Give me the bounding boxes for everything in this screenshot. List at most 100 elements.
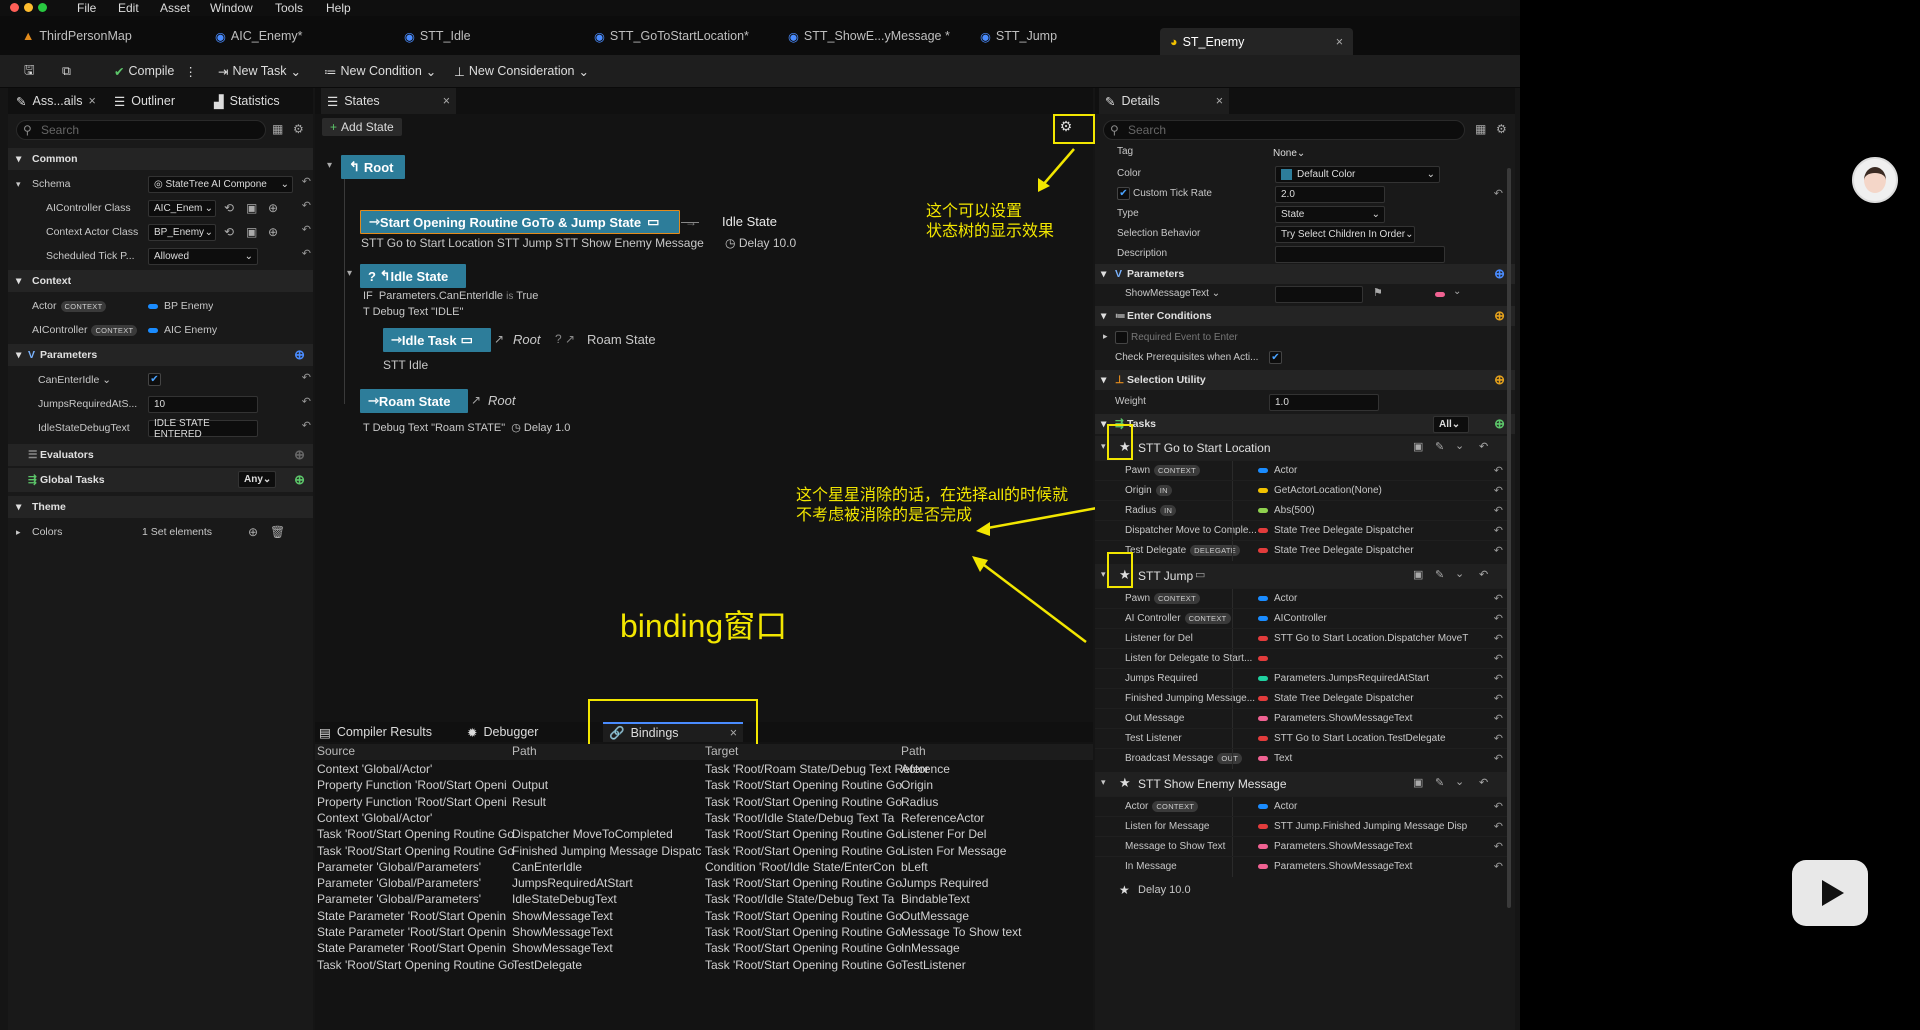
browse-folder-icon[interactable]: ▣ — [246, 225, 257, 239]
compile-button[interactable]: ✔ Compile ⋮ — [114, 61, 197, 81]
tab-stt-jump[interactable]: ◉ STT_Jump — [980, 24, 1057, 48]
reset-icon[interactable]: ↶ — [1494, 612, 1503, 625]
reset-icon[interactable]: ↶ — [1494, 464, 1503, 477]
section-parameters[interactable]: ▾ V Parameters ⊕ — [1095, 264, 1515, 284]
chevron-down-icon[interactable]: ⌄ — [1455, 775, 1464, 788]
reset-icon[interactable]: ↶ — [1494, 840, 1503, 853]
add-consideration-icon[interactable]: ⊕ — [1494, 372, 1505, 388]
reset-icon[interactable]: ↶ — [1494, 632, 1503, 645]
context-actor-class-combo[interactable]: BP_Enemy ⌄ — [148, 224, 216, 241]
reset-icon[interactable]: ↶ — [1494, 712, 1503, 725]
chevron-right-icon[interactable]: ▸ — [1103, 331, 1108, 342]
reset-icon[interactable]: ↶ — [1494, 732, 1503, 745]
state-node-start-opening[interactable]: ⇾ Start Opening Routine GoTo & Jump State… — [360, 210, 680, 234]
add-icon[interactable]: ⊕ — [268, 225, 278, 239]
menu-tools[interactable]: Tools — [275, 1, 303, 15]
star-icon[interactable]: ★ — [1119, 883, 1130, 897]
custom-tick-checkbox[interactable]: ✔ — [1117, 187, 1130, 200]
reset-icon[interactable]: ↶ — [1494, 524, 1503, 537]
column-header[interactable]: Path — [901, 744, 926, 758]
table-row[interactable]: State Parameter 'Root/Start Openin ShowMe… — [315, 925, 1093, 941]
add-parameter-icon[interactable]: ⊕ — [294, 347, 305, 363]
aicontroller-class-combo[interactable]: AIC_Enem ⌄ — [148, 200, 216, 217]
browse-folder-icon[interactable]: ▣ — [1413, 568, 1423, 581]
table-row[interactable]: Context 'Global/Actor' Task 'Root/Idle St… — [315, 811, 1093, 827]
left-search-input[interactable]: ⚲ Search — [16, 120, 266, 140]
reset-icon[interactable]: ↶ — [1494, 187, 1503, 200]
maximize-window-icon[interactable] — [38, 3, 47, 12]
reset-icon[interactable]: ↶ — [1494, 672, 1503, 685]
reset-icon[interactable]: ↶ — [1479, 776, 1488, 789]
weight-input[interactable]: 1.0 — [1269, 394, 1379, 411]
jumps-required-input[interactable]: 10 — [148, 396, 258, 413]
browse-folder-icon[interactable]: ▣ — [1413, 440, 1423, 453]
binding-value[interactable]: Actor — [1258, 801, 1297, 812]
type-combo[interactable]: State ⌄ — [1275, 206, 1385, 223]
tab-stt-gotostartlocation[interactable]: ◉ STT_GoToStartLocation* — [594, 24, 749, 48]
browse-folder-icon[interactable]: ▣ — [1413, 776, 1423, 789]
chevron-down-icon[interactable]: ▾ — [347, 268, 352, 279]
reset-icon[interactable]: ↶ — [1494, 820, 1503, 833]
save-button[interactable]: 🖫 — [24, 61, 35, 81]
chevron-down-icon[interactable]: ▾ — [1101, 777, 1106, 788]
tasks-completion-combo[interactable]: All ⌄ — [1433, 416, 1469, 433]
color-combo[interactable]: Default Color ⌄ — [1275, 166, 1440, 183]
reset-icon[interactable]: ↶ — [302, 175, 311, 188]
binding-value[interactable]: Text — [1258, 753, 1292, 764]
table-row[interactable]: Task 'Root/Start Opening Routine Go Finis… — [315, 844, 1093, 860]
edit-icon[interactable]: ✎ — [1435, 568, 1444, 581]
star-icon[interactable]: ★ — [1119, 775, 1131, 791]
chevron-right-icon[interactable]: ▸ — [16, 527, 21, 538]
table-row[interactable]: State Parameter 'Root/Start Openin ShowMe… — [315, 941, 1093, 957]
close-tab-icon[interactable]: × — [443, 94, 450, 108]
canenteridle-checkbox[interactable]: ✔ — [148, 373, 161, 386]
binding-value[interactable]: Abs(500) — [1258, 505, 1315, 516]
table-row[interactable]: Parameter 'Global/Parameters' IdleStateDe… — [315, 892, 1093, 908]
task-header-2[interactable]: ▾ ★ STT Jump ▭ ▣ ✎ ⌄ ↶ — [1095, 552, 1511, 588]
menu-file[interactable]: File — [77, 1, 96, 15]
scheduled-tick-combo[interactable]: Allowed ⌄ — [148, 248, 258, 265]
section-context[interactable]: ▾ Context — [8, 270, 313, 292]
gear-icon[interactable]: ⚙ — [293, 122, 304, 136]
binding-value[interactable]: Parameters.JumpsRequiredAtStart — [1258, 673, 1429, 684]
reset-icon[interactable]: ↶ — [302, 247, 311, 260]
reset-icon[interactable]: ↶ — [1494, 484, 1503, 497]
idle-debug-text-input[interactable]: IDLE STATE ENTERED — [148, 418, 258, 440]
chevron-down-icon[interactable]: ▾ — [1101, 569, 1106, 580]
transition-target[interactable]: Root — [513, 332, 540, 347]
menu-window[interactable]: Window — [210, 1, 253, 15]
close-tab-icon[interactable]: × — [1336, 35, 1343, 49]
chevron-down-icon[interactable]: ⌄ — [1453, 286, 1461, 297]
reset-icon[interactable]: ↶ — [302, 371, 311, 384]
showmessage-input[interactable] — [1275, 286, 1363, 303]
tab-details[interactable]: ✎ Details × — [1099, 88, 1229, 114]
edit-icon[interactable]: ✎ — [1435, 440, 1444, 453]
transition-target[interactable]: Root — [488, 393, 515, 408]
section-evaluators[interactable]: ☰ Evaluators ⊕ — [8, 444, 313, 466]
state-node-root[interactable]: ↰ Root — [341, 155, 405, 179]
menu-help[interactable]: Help — [326, 1, 351, 15]
selection-behavior-combo[interactable]: Try Select Children In Order ⌄ — [1275, 226, 1415, 243]
avatar[interactable] — [1852, 157, 1898, 203]
grid-view-icon[interactable]: ▦ — [272, 122, 283, 136]
tab-st-enemy[interactable]: ◕ ST_Enemy × — [1160, 28, 1353, 55]
binding-value[interactable]: State Tree Delegate Dispatcher — [1258, 693, 1414, 704]
binding-value[interactable]: STT Jump.Finished Jumping Message Disp — [1258, 821, 1467, 832]
table-row[interactable]: Task 'Root/Start Opening Routine Go TestD… — [315, 958, 1093, 974]
reset-icon[interactable]: ↶ — [1494, 800, 1503, 813]
binding-value[interactable]: STT Go to Start Location.TestDelegate — [1258, 733, 1446, 744]
reset-icon[interactable]: ↶ — [302, 395, 311, 408]
section-theme[interactable]: ▾ Theme — [8, 496, 313, 518]
custom-tick-input[interactable]: 2.0 — [1275, 186, 1385, 203]
tab-stt-idle[interactable]: ◉ STT_Idle — [404, 24, 471, 48]
transition-target[interactable]: Roam State — [587, 332, 656, 347]
column-header[interactable]: Path — [512, 744, 537, 758]
task-header-1[interactable]: ▾ ★ STT Go to Start Location ▣ ✎ ⌄ ↶ — [1095, 424, 1511, 460]
binding-value[interactable]: Actor — [1258, 465, 1297, 476]
reset-icon[interactable]: ↶ — [1494, 752, 1503, 765]
table-row[interactable]: Property Function 'Root/Start Openi Resul… — [315, 795, 1093, 811]
add-state-button[interactable]: + Add State — [322, 118, 402, 136]
reset-icon[interactable]: ↶ — [302, 419, 311, 432]
binding-value[interactable]: Actor — [1258, 593, 1297, 604]
new-task-button[interactable]: ⇥ New Task ⌄ — [218, 61, 301, 81]
